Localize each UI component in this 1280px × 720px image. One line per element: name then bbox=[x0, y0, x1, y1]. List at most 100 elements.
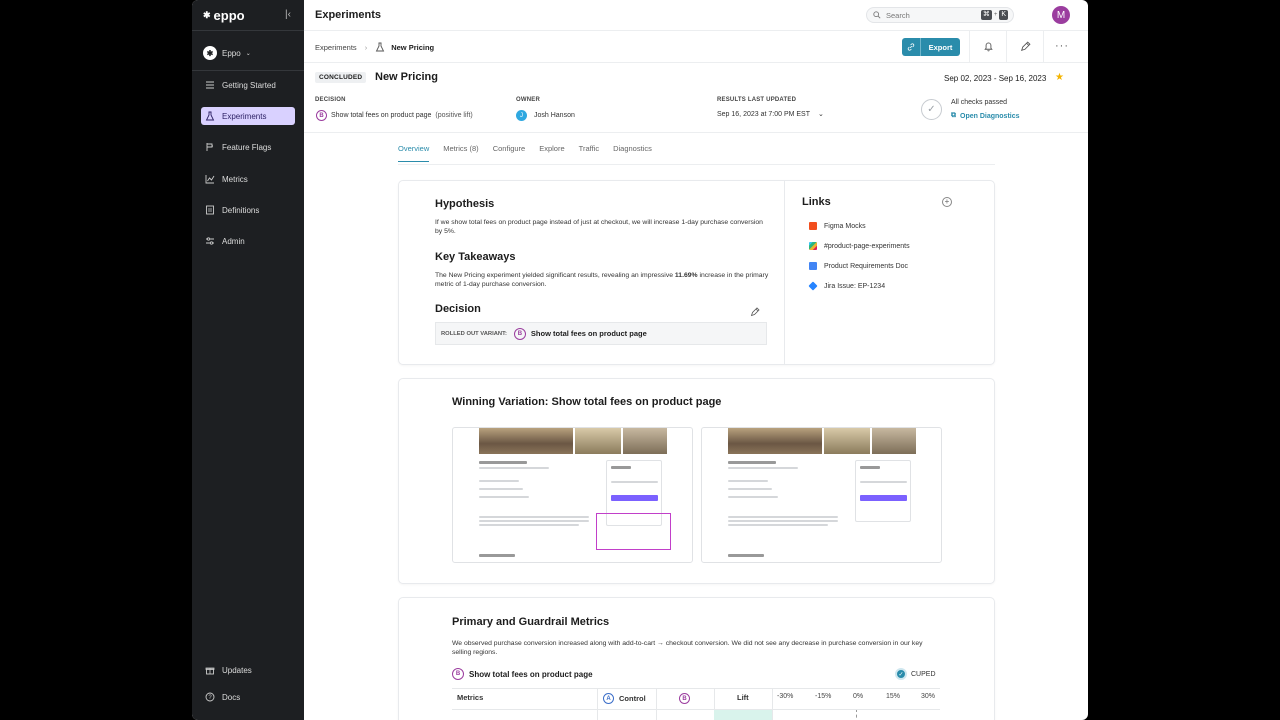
star-icon[interactable]: ★ bbox=[1055, 72, 1064, 83]
column-metrics: Metrics bbox=[457, 693, 484, 702]
variant-selector[interactable]: B Show total fees on product page bbox=[452, 668, 593, 680]
fees-highlight bbox=[596, 513, 671, 550]
search-icon bbox=[873, 11, 881, 19]
sidebar-item-definitions[interactable]: Definitions bbox=[201, 201, 295, 219]
gift-icon bbox=[205, 667, 215, 675]
keyboard-shortcut: ⌘ + K bbox=[980, 10, 1008, 20]
flask-icon bbox=[375, 42, 385, 52]
export-button[interactable]: Export bbox=[902, 38, 960, 56]
decision-value: B Show total fees on product page (posit… bbox=[316, 110, 473, 121]
help-icon: ? bbox=[205, 692, 215, 702]
sidebar-item-feature-flags[interactable]: Feature Flags bbox=[201, 138, 295, 156]
variant-badge: A bbox=[603, 693, 614, 704]
check-circle-icon: ✓ bbox=[921, 99, 942, 120]
hypothesis-title: Hypothesis bbox=[435, 198, 495, 210]
tab-configure[interactable]: Configure bbox=[493, 144, 526, 162]
listing-photos bbox=[479, 428, 667, 454]
notifications-button[interactable] bbox=[969, 30, 1006, 62]
cuped-toggle[interactable]: ✓ CUPED bbox=[895, 668, 936, 680]
metrics-card: Primary and Guardrail Metrics We observe… bbox=[398, 597, 995, 720]
owner-avatar: J bbox=[516, 110, 527, 121]
lift-cell bbox=[714, 709, 772, 720]
sidebar-item-updates[interactable]: Updates bbox=[201, 661, 295, 679]
search-input[interactable]: Search ⌘ + K bbox=[866, 7, 1014, 23]
pencil-icon bbox=[1020, 40, 1031, 51]
edit-button[interactable] bbox=[1006, 30, 1043, 62]
zero-line bbox=[856, 709, 857, 720]
overview-card: Hypothesis If we show total fees on prod… bbox=[398, 180, 995, 365]
top-bar: Experiments Search ⌘ + K M bbox=[304, 0, 1088, 31]
hypothesis-text: If we show total fees on product page in… bbox=[435, 219, 763, 235]
tab-metrics[interactable]: Metrics (8) bbox=[443, 144, 478, 162]
sidebar-item-metrics[interactable]: Metrics bbox=[201, 170, 295, 188]
document-icon bbox=[206, 205, 214, 215]
axis-tick: 0% bbox=[853, 693, 864, 700]
tab-diagnostics[interactable]: Diagnostics bbox=[613, 144, 652, 162]
link-figma[interactable]: Figma Mocks bbox=[809, 222, 866, 230]
axis-tick: 15% bbox=[886, 693, 901, 700]
metrics-title: Primary and Guardrail Metrics bbox=[452, 616, 610, 628]
check-circle-icon: ✓ bbox=[895, 668, 907, 680]
eppo-logo[interactable]: ✱ eppo bbox=[203, 8, 245, 23]
more-options-button[interactable]: ··· bbox=[1043, 30, 1080, 62]
more-horizontal-icon: ··· bbox=[1055, 40, 1069, 52]
divider bbox=[304, 132, 1088, 133]
google-docs-icon bbox=[809, 262, 817, 270]
collapse-sidebar-icon[interactable]: |‹ bbox=[285, 9, 291, 20]
link-prd[interactable]: Product Requirements Doc bbox=[809, 262, 908, 270]
breadcrumb: Experiments › New Pricing bbox=[315, 42, 434, 52]
flag-icon bbox=[206, 143, 213, 151]
user-avatar[interactable]: M bbox=[1052, 6, 1070, 24]
decision-label: DECISION bbox=[315, 97, 346, 103]
flask-icon bbox=[205, 111, 215, 121]
link-jira[interactable]: Jira Issue: EP-1234 bbox=[808, 281, 885, 291]
figma-icon bbox=[809, 222, 817, 230]
winning-variation-title: Winning Variation: Show total fees on pr… bbox=[452, 396, 722, 408]
axis-tick: 30% bbox=[921, 693, 936, 700]
bell-icon bbox=[983, 42, 993, 51]
link-icon[interactable] bbox=[902, 38, 921, 56]
chevron-down-icon: ⌄ bbox=[245, 50, 251, 57]
control-screenshot bbox=[701, 427, 942, 563]
divider bbox=[304, 62, 1088, 63]
link-slack[interactable]: #product-page-experiments bbox=[809, 242, 910, 250]
column-lift: Lift bbox=[737, 693, 749, 702]
links-title: Links bbox=[802, 196, 831, 208]
column-treatment: B bbox=[679, 693, 690, 704]
main-content: Experiments Search ⌘ + K M Experiments ›… bbox=[304, 0, 1088, 720]
sidebar-item-getting-started[interactable]: Getting Started bbox=[201, 76, 295, 94]
axis-tick: -30% bbox=[777, 693, 794, 700]
checks-status: All checks passed bbox=[951, 99, 1008, 106]
tab-bar: Overview Metrics (8) Configure Explore T… bbox=[398, 144, 652, 162]
open-diagnostics-link[interactable]: ⧉ Open Diagnostics bbox=[951, 112, 1020, 120]
eppo-logo-icon: ✱ bbox=[203, 10, 211, 20]
results-updated-dropdown[interactable]: Sep 16, 2023 at 7:00 PM EST ⌄ bbox=[717, 110, 824, 119]
chevron-down-icon: ⌄ bbox=[818, 111, 824, 118]
breadcrumb-experiments[interactable]: Experiments bbox=[315, 43, 357, 52]
tab-divider bbox=[398, 164, 995, 165]
sidebar-item-admin[interactable]: Admin bbox=[201, 232, 295, 250]
slack-icon bbox=[809, 242, 817, 250]
sidebar-item-docs[interactable]: ? Docs bbox=[201, 688, 295, 706]
pencil-icon[interactable] bbox=[750, 307, 760, 317]
tab-overview[interactable]: Overview bbox=[398, 144, 430, 162]
date-range: Sep 02, 2023 - Sep 16, 2023 bbox=[944, 74, 1047, 83]
tab-traffic[interactable]: Traffic bbox=[579, 144, 599, 162]
rolled-out-variant: ROLLED OUT VARIANT: B Show total fees on… bbox=[435, 322, 767, 345]
results-updated-label: RESULTS LAST UPDATED bbox=[717, 97, 797, 103]
owner-value[interactable]: J Josh Hanson bbox=[516, 110, 575, 121]
key-takeaways-title: Key Takeaways bbox=[435, 251, 516, 263]
chevron-right-icon: › bbox=[364, 42, 368, 52]
tab-explore[interactable]: Explore bbox=[539, 144, 564, 162]
sidebar: ✱ eppo |‹ ✱ Eppo ⌄ Getting Started Exper… bbox=[192, 0, 304, 720]
variant-badge: B bbox=[452, 668, 464, 680]
variant-b-screenshot bbox=[452, 427, 693, 563]
workspace-switcher[interactable]: ✱ Eppo ⌄ bbox=[203, 46, 251, 60]
variant-badge: B bbox=[679, 693, 690, 704]
jira-icon bbox=[808, 281, 818, 291]
decision-title: Decision bbox=[435, 303, 481, 315]
variant-badge: B bbox=[316, 110, 327, 121]
sidebar-item-experiments[interactable]: Experiments bbox=[201, 107, 295, 125]
metrics-description: We observed purchase conversion increase… bbox=[452, 640, 923, 656]
add-link-icon[interactable]: + bbox=[942, 197, 952, 207]
